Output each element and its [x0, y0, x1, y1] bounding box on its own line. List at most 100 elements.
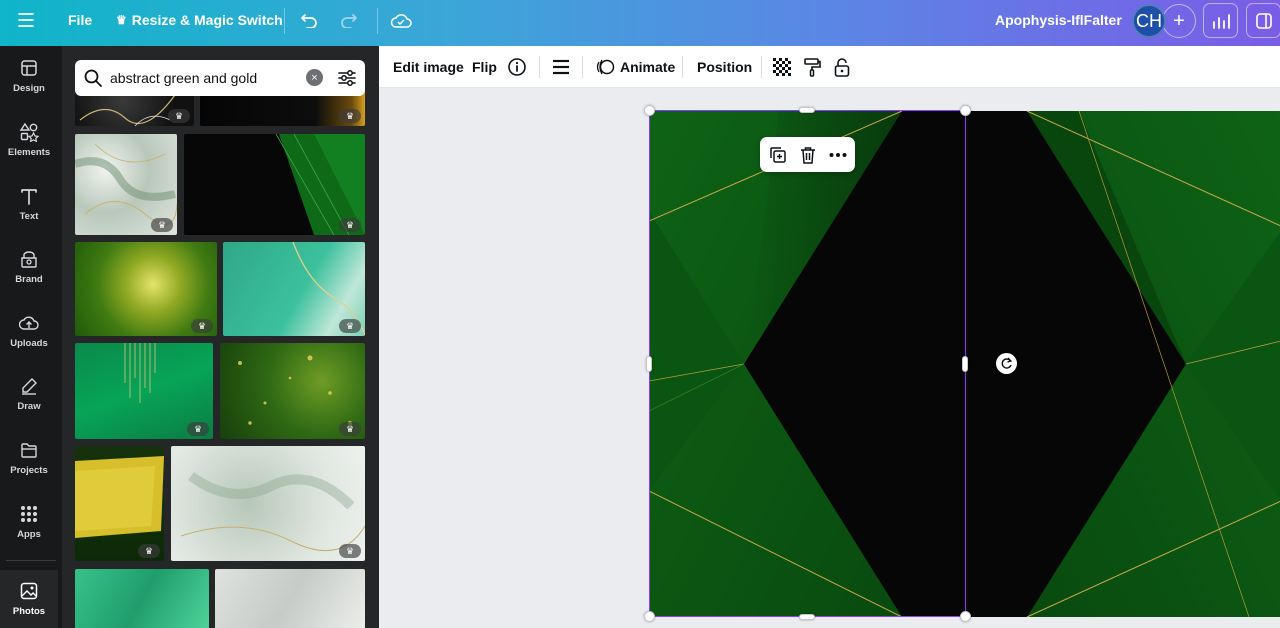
filter-icon[interactable] [336, 67, 358, 94]
divider [582, 56, 583, 78]
position-button[interactable]: Position [697, 46, 752, 88]
photo-thumb[interactable]: ♛ [223, 242, 365, 336]
animate-button[interactable]: Animate [595, 46, 675, 88]
rail-divider [6, 560, 56, 561]
crown-icon: ♛ [116, 13, 127, 27]
search-bar: × [75, 60, 365, 96]
resize-handle-left[interactable] [646, 356, 652, 372]
elements-icon [19, 122, 39, 142]
brand-icon [21, 251, 37, 268]
resize-handle-bottom-right[interactable] [960, 611, 971, 622]
rail-item-apps[interactable]: Apps [0, 492, 58, 552]
flip-button[interactable]: Flip [472, 46, 497, 88]
duplicate-icon[interactable] [768, 145, 788, 165]
projects-icon [21, 443, 37, 458]
undo-icon[interactable] [300, 0, 318, 40]
rail-item-brand[interactable]: Brand [0, 237, 58, 297]
resize-handle-bottom-left[interactable] [644, 611, 655, 622]
premium-crown-icon: ♛ [187, 422, 209, 436]
divider [377, 8, 378, 34]
premium-crown-icon: ♛ [151, 218, 173, 232]
photo-thumb[interactable]: ♛ [75, 242, 217, 336]
premium-crown-icon: ♛ [339, 319, 361, 333]
photo-thumb[interactable]: ♛ [75, 134, 177, 235]
premium-crown-icon: ♛ [339, 422, 361, 436]
transparency-icon[interactable] [773, 46, 791, 88]
paint-roller-icon[interactable] [803, 46, 821, 88]
animate-icon [596, 59, 615, 75]
cloud-save-icon[interactable] [390, 0, 412, 40]
resize-handle-top[interactable] [799, 107, 815, 113]
rail-item-elements[interactable]: Elements [0, 110, 58, 170]
animate-label: Animate [620, 59, 676, 75]
photo-thumb[interactable]: ♛ [75, 343, 213, 439]
edit-image-button[interactable]: Edit image [393, 46, 464, 88]
photos-panel: ♛ ♛ ♛ ♛ ♛ ♛ ♛ ♛ ♛ ♛ × [62, 46, 379, 628]
text-icon [21, 189, 37, 205]
apps-icon [21, 506, 37, 522]
more-options-icon[interactable] [828, 145, 848, 165]
premium-crown-icon: ♛ [339, 544, 361, 558]
rail-item-photos[interactable]: Photos [0, 570, 58, 628]
resize-handle-bottom[interactable] [799, 614, 815, 620]
photos-icon [20, 582, 38, 600]
redo-icon[interactable] [340, 0, 358, 40]
rail-item-projects[interactable]: Projects [0, 428, 58, 488]
rail-label: Text [19, 211, 39, 222]
draw-icon [22, 378, 37, 395]
menu-icon[interactable] [18, 0, 40, 40]
design-icon [21, 60, 37, 76]
premium-crown-icon: ♛ [191, 319, 213, 333]
premium-crown-icon: ♛ [138, 544, 160, 558]
file-menu-button[interactable]: File [68, 0, 92, 40]
contextual-toolbar: Edit image Flip Animate Position [379, 46, 1280, 88]
rail-label: Apps [17, 529, 41, 540]
trash-icon[interactable] [798, 145, 818, 165]
search-input[interactable] [110, 60, 300, 96]
photo-thumb[interactable] [75, 569, 209, 628]
insights-icon[interactable] [1203, 3, 1238, 38]
avatar[interactable]: CH [1132, 4, 1166, 38]
document-title[interactable]: Apophysis-IflFalter [995, 0, 1122, 40]
border-style-icon[interactable] [552, 46, 570, 88]
rotate-icon[interactable] [996, 353, 1017, 374]
rail-label: Uploads [10, 338, 48, 349]
info-icon[interactable] [507, 46, 527, 88]
resize-handle-right[interactable] [962, 356, 968, 372]
search-icon [83, 68, 103, 93]
divider [539, 56, 540, 78]
left-rail: Design Elements Text Brand Uploads Draw … [0, 46, 62, 628]
share-icon[interactable] [1246, 3, 1280, 38]
premium-crown-icon: ♛ [339, 218, 361, 232]
photo-thumb[interactable]: ♛ [220, 343, 365, 439]
photo-thumb[interactable]: ♛ [75, 446, 164, 561]
rail-label: Projects [10, 465, 48, 476]
resize-handle-top-right[interactable] [960, 105, 971, 116]
rail-item-design[interactable]: Design [0, 46, 58, 106]
rail-item-draw[interactable]: Draw [0, 364, 58, 424]
add-collaborator-button[interactable]: + [1162, 4, 1196, 38]
top-bar: File ♛ Resize & Magic Switch Apophysis-I… [0, 0, 1280, 46]
premium-crown-icon: ♛ [168, 109, 190, 123]
photo-thumb[interactable] [215, 569, 365, 628]
rail-item-text[interactable]: Text [0, 174, 58, 234]
divider [284, 8, 285, 34]
rail-label: Elements [7, 147, 51, 158]
rail-label: Draw [17, 401, 41, 412]
premium-crown-icon: ♛ [339, 109, 361, 123]
floating-toolbar [760, 137, 855, 172]
uploads-icon [19, 316, 39, 330]
rail-item-uploads[interactable]: Uploads [0, 301, 58, 361]
rail-label: Brand [15, 274, 43, 285]
divider [682, 56, 683, 78]
photo-thumb[interactable]: ♛ [184, 134, 365, 235]
resize-magic-switch-button[interactable]: ♛ Resize & Magic Switch [116, 0, 283, 40]
lock-icon[interactable] [834, 46, 850, 88]
resize-handle-top-left[interactable] [644, 105, 655, 116]
photo-thumb[interactable]: ♛ [171, 446, 365, 561]
rail-label: Design [13, 83, 45, 94]
resize-label: Resize & Magic Switch [131, 12, 283, 28]
divider [761, 56, 762, 78]
rail-label: Photos [12, 606, 46, 617]
clear-search-icon[interactable]: × [306, 69, 323, 86]
